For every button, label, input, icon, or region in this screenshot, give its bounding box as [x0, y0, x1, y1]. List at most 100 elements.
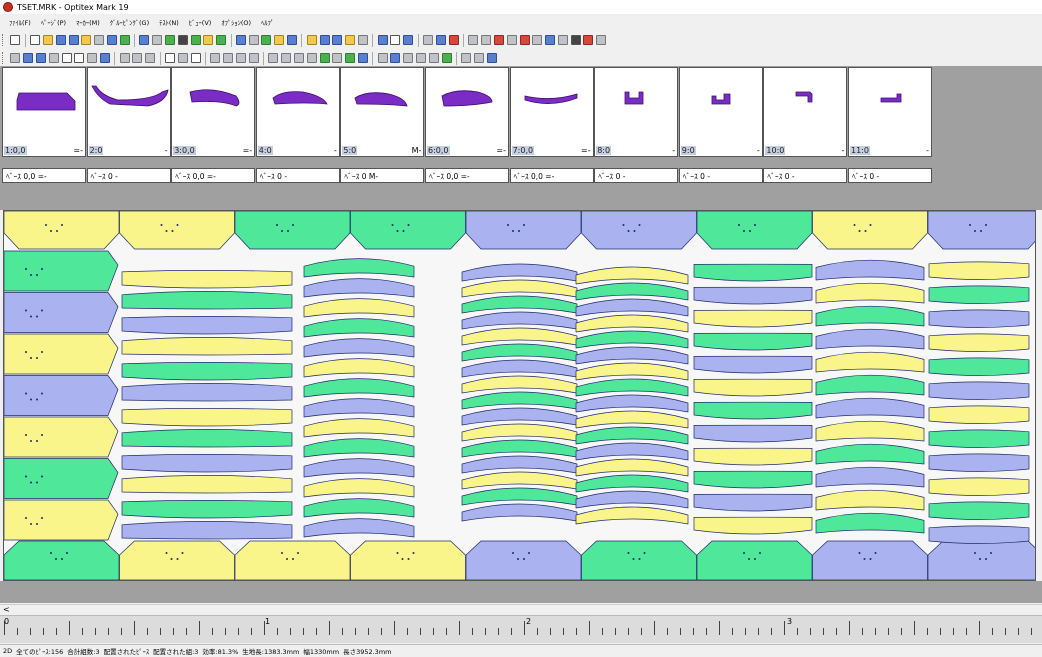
piece-info[interactable]: ﾍﾞｰｽ 0 -: [594, 168, 679, 183]
flip-icon[interactable]: [145, 53, 156, 63]
calculator-icon[interactable]: [190, 35, 201, 45]
color-icon[interactable]: [493, 35, 504, 45]
angle-icon[interactable]: [332, 53, 343, 63]
toolbar-grip[interactable]: [2, 52, 5, 64]
import-icon[interactable]: [81, 35, 92, 45]
piece-info[interactable]: ﾍﾞｰｽ 0 -: [763, 168, 848, 183]
nest-icon[interactable]: [423, 35, 434, 45]
ruler-icon[interactable]: [306, 35, 317, 45]
split-icon[interactable]: [506, 35, 517, 45]
piece-info[interactable]: ﾍﾞｰｽ 0,0 =-: [425, 168, 509, 183]
piece-info[interactable]: ﾍﾞｰｽ 0,0 =-: [171, 168, 256, 183]
export-icon[interactable]: [119, 35, 130, 45]
print-icon[interactable]: [94, 35, 105, 45]
pin-icon[interactable]: [332, 35, 343, 45]
flame-icon[interactable]: [274, 35, 285, 45]
piece-info[interactable]: ﾍﾞｰｽ 0 M-: [340, 168, 425, 183]
menu-view[interactable]: ﾋﾞｭｰ(V): [184, 17, 217, 27]
piece-cell[interactable]: 8:0 -: [594, 67, 679, 157]
new-file-icon[interactable]: [30, 35, 41, 45]
resize-icon[interactable]: [74, 53, 85, 63]
page-icon[interactable]: [190, 53, 201, 63]
frame-icon[interactable]: [61, 53, 72, 63]
move-icon[interactable]: [119, 53, 130, 63]
mirror-icon[interactable]: [357, 53, 368, 63]
toolbar-grip[interactable]: [2, 34, 5, 46]
flag-icon[interactable]: [583, 35, 594, 45]
horizontal-scrollbar[interactable]: <: [0, 604, 1042, 615]
undo-icon[interactable]: [139, 35, 150, 45]
text-icon[interactable]: [99, 53, 110, 63]
piece-icon[interactable]: [23, 53, 34, 63]
duplicate-icon[interactable]: [428, 53, 439, 63]
marker-canvas[interactable]: [3, 210, 1042, 581]
zoom-window-icon[interactable]: [377, 35, 388, 45]
magnet-icon[interactable]: [345, 53, 356, 63]
nudge-left-icon[interactable]: [268, 53, 279, 63]
stack-icon[interactable]: [557, 35, 568, 45]
piece-info[interactable]: ﾍﾞｰｽ 0 -: [678, 168, 763, 183]
piece-info[interactable]: ﾍﾞｰｽ 0 -: [86, 168, 171, 183]
piece-cell[interactable]: 2:0 -: [86, 67, 171, 157]
piece-cell[interactable]: 4:0 -: [255, 67, 340, 157]
delete-icon[interactable]: [403, 53, 414, 63]
plot-icon[interactable]: [106, 35, 117, 45]
marker-info-icon[interactable]: [545, 35, 556, 45]
binoculars-icon[interactable]: [177, 35, 188, 45]
save-as-icon[interactable]: [68, 35, 79, 45]
zoom-page-icon[interactable]: [403, 35, 414, 45]
menu-page[interactable]: ﾍﾟｰｼﾞ(P): [36, 17, 71, 27]
clone-icon[interactable]: [416, 53, 427, 63]
copy-icon[interactable]: [248, 35, 259, 45]
scroll-left-icon[interactable]: <: [3, 605, 10, 614]
lock-icon[interactable]: [177, 53, 188, 63]
report-icon[interactable]: [203, 35, 214, 45]
grid-dense-icon[interactable]: [481, 35, 492, 45]
refresh-icon[interactable]: [216, 35, 227, 45]
zoom-icon[interactable]: [357, 35, 368, 45]
recycle-icon[interactable]: [261, 35, 272, 45]
piece-cell[interactable]: 1:0,0 =-: [2, 67, 86, 157]
more-icon[interactable]: [596, 35, 607, 45]
arrange-icon[interactable]: [435, 35, 446, 45]
cycle-icon[interactable]: [319, 53, 330, 63]
menu-file[interactable]: ﾌｧｲﾙ(F): [4, 17, 36, 27]
table-icon[interactable]: [319, 35, 330, 45]
piece-info[interactable]: ﾍﾞｰｽ 0 -: [255, 168, 340, 183]
pointer-icon[interactable]: [10, 35, 21, 45]
piece-cell[interactable]: 10:0 -: [763, 67, 848, 157]
figure-icon[interactable]: [345, 35, 356, 45]
info-icon[interactable]: [235, 35, 246, 45]
piece-cell[interactable]: 11:0 -: [848, 67, 932, 157]
piece-cell[interactable]: 9:0 -: [678, 67, 763, 157]
chart-icon[interactable]: [87, 53, 98, 63]
scissors-icon[interactable]: [461, 53, 472, 63]
fit-icon[interactable]: [377, 53, 388, 63]
check-box-icon[interactable]: [486, 53, 497, 63]
check-overlap-icon[interactable]: [448, 35, 459, 45]
piece-outline-icon[interactable]: [48, 53, 59, 63]
rotate-icon[interactable]: [132, 53, 143, 63]
piece-cell[interactable]: 3:0,0 =-: [171, 67, 256, 157]
piece-cell[interactable]: 6:0,0 =-: [425, 67, 509, 157]
grid-icon[interactable]: [468, 35, 479, 45]
menu-options[interactable]: ｵﾌﾟｼｮﾝ(O): [216, 17, 256, 27]
redo-icon[interactable]: [152, 35, 163, 45]
layer-icon[interactable]: [287, 35, 298, 45]
block-icon[interactable]: [570, 35, 581, 45]
marker-layout[interactable]: [3, 210, 1042, 581]
compact-icon[interactable]: [390, 53, 401, 63]
nudge-down-icon[interactable]: [294, 53, 305, 63]
nudge-right-icon[interactable]: [281, 53, 292, 63]
menu-help[interactable]: ﾍﾙﾌﾟ: [256, 17, 279, 27]
play-icon[interactable]: [10, 53, 21, 63]
highlight-icon[interactable]: [519, 35, 530, 45]
piece-info[interactable]: ﾍﾞｰｽ 0 -: [848, 168, 932, 183]
piece-alt-icon[interactable]: [35, 53, 46, 63]
align-left-icon[interactable]: [210, 53, 221, 63]
reload-icon[interactable]: [441, 53, 452, 63]
piece-cell[interactable]: 7:0,0 =-: [509, 67, 594, 157]
menu-test[interactable]: ﾃｽﾄ(N): [154, 17, 184, 27]
piece-info[interactable]: ﾍﾞｰｽ 0,0 =-: [509, 168, 594, 183]
piece-info[interactable]: ﾍﾞｰｽ 0,0 =-: [2, 168, 86, 183]
